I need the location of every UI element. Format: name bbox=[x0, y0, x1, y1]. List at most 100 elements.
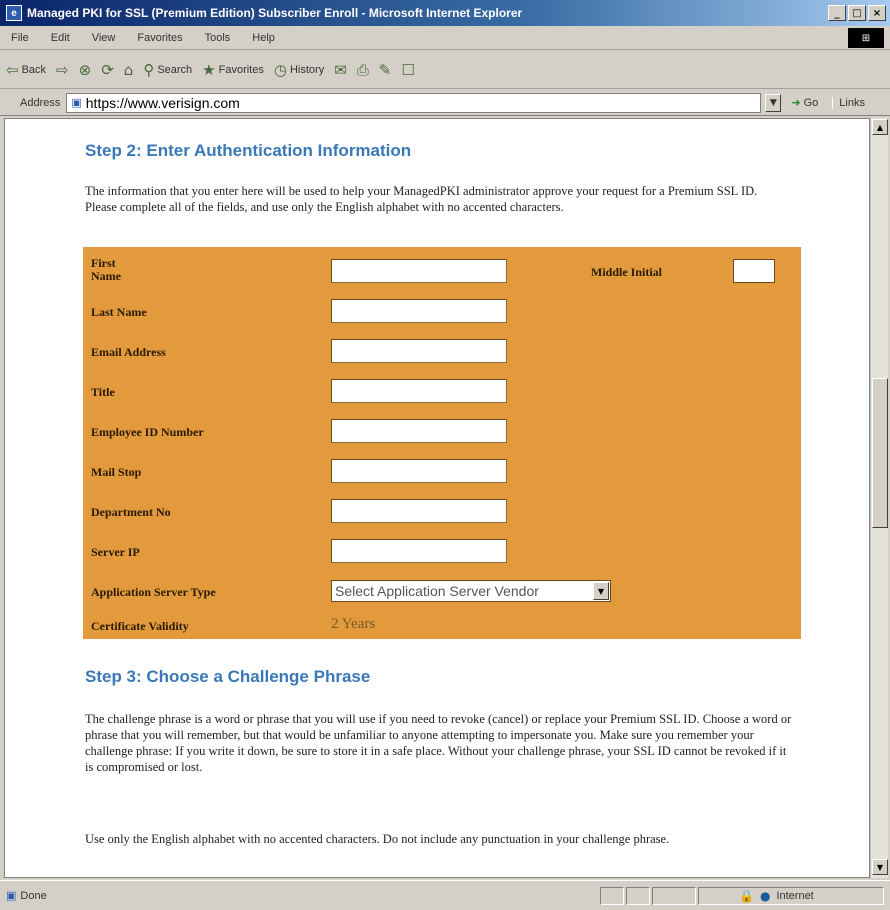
validity-label: Certificate Validity bbox=[91, 619, 189, 633]
address-bar: Address ▣ https://www.verisign.com ▼ ➜ G… bbox=[0, 90, 890, 116]
menu-favorites[interactable]: Favorites bbox=[126, 32, 193, 44]
close-button[interactable]: × bbox=[868, 5, 886, 21]
scroll-thumb[interactable] bbox=[872, 378, 888, 528]
status-bar: ▣ Done 🔒 ● Internet bbox=[0, 880, 890, 910]
form-row-server-ip: Server IP bbox=[83, 537, 801, 567]
windows-logo-icon: ⊞ bbox=[848, 28, 884, 48]
menu-file[interactable]: File bbox=[0, 32, 40, 44]
go-label: Go bbox=[803, 96, 819, 109]
favorites-icon: ★ bbox=[202, 60, 216, 79]
scroll-down-icon[interactable]: ▼ bbox=[872, 859, 888, 875]
refresh-icon[interactable]: ⟳ bbox=[101, 61, 114, 79]
step3-heading: Step 3: Choose a Challenge Phrase bbox=[85, 667, 371, 686]
favorites-label: Favorites bbox=[218, 63, 264, 76]
links-button[interactable]: Links bbox=[832, 96, 865, 109]
security-zone: 🔒 ● Internet bbox=[698, 887, 884, 905]
menu-help[interactable]: Help bbox=[241, 32, 286, 44]
server-ip-input[interactable] bbox=[331, 539, 507, 563]
mail-stop-label: Mail Stop bbox=[91, 465, 142, 479]
form-row-title: Title bbox=[83, 377, 801, 407]
home-icon[interactable]: ⌂ bbox=[124, 61, 134, 79]
back-button[interactable]: ⇦ Back bbox=[6, 61, 46, 79]
status-area: ▣ Done bbox=[0, 889, 47, 902]
vertical-scrollbar[interactable]: ▲ ▼ bbox=[870, 118, 888, 878]
scroll-up-icon[interactable]: ▲ bbox=[872, 119, 888, 135]
search-icon: ⚲ bbox=[143, 60, 155, 79]
server-type-selected: Select Application Server Vendor bbox=[335, 583, 539, 599]
employee-id-input[interactable] bbox=[331, 419, 507, 443]
menu-edit[interactable]: Edit bbox=[40, 32, 81, 44]
search-button[interactable]: ⚲ Search bbox=[143, 61, 192, 79]
status-cell bbox=[600, 887, 624, 905]
history-button[interactable]: ◷ History bbox=[274, 61, 324, 79]
history-label: History bbox=[289, 63, 325, 76]
employee-id-label: Employee ID Number bbox=[91, 425, 204, 439]
title-label: Title bbox=[91, 385, 115, 399]
discuss-icon[interactable]: ☐ bbox=[401, 61, 414, 79]
go-button[interactable]: ➜ Go bbox=[791, 96, 818, 109]
globe-icon: ● bbox=[759, 889, 771, 903]
history-icon: ◷ bbox=[273, 60, 287, 79]
form-row-first-name: First Name Middle Initial bbox=[83, 253, 801, 283]
ie-app-icon: e bbox=[6, 5, 22, 21]
favorites-button[interactable]: ★ Favorites bbox=[202, 61, 264, 79]
form-row-department: Department No bbox=[83, 497, 801, 527]
edit-icon[interactable]: ✎ bbox=[379, 61, 392, 79]
zone-label: Internet bbox=[776, 890, 814, 902]
menu-tools[interactable]: Tools bbox=[194, 32, 242, 44]
minimize-button[interactable]: _ bbox=[828, 5, 846, 21]
form-row-validity: Certificate Validity 2 Years bbox=[83, 611, 801, 641]
last-name-input[interactable] bbox=[331, 299, 507, 323]
window-title-bar: e Managed PKI for SSL (Premium Edition) … bbox=[0, 0, 890, 26]
status-text: Done bbox=[20, 889, 47, 902]
status-cell bbox=[652, 887, 696, 905]
step2-intro: The information that you enter here will… bbox=[85, 184, 758, 214]
middle-initial-label: Middle Initial bbox=[591, 265, 663, 279]
back-arrow-icon: ⇦ bbox=[6, 60, 19, 79]
form-row-email: Email Address bbox=[83, 337, 801, 367]
middle-initial-input[interactable] bbox=[733, 259, 775, 283]
status-cell bbox=[626, 887, 650, 905]
print-icon[interactable]: ⎙ bbox=[357, 61, 369, 79]
email-input[interactable] bbox=[331, 339, 507, 363]
title-input[interactable] bbox=[331, 379, 507, 403]
page-done-icon: ▣ bbox=[6, 889, 17, 902]
address-input[interactable]: ▣ https://www.verisign.com bbox=[66, 92, 762, 113]
form-row-last-name: Last Name bbox=[83, 297, 801, 327]
department-input[interactable] bbox=[331, 499, 507, 523]
authentication-form: First Name Middle Initial Last Name Emai… bbox=[83, 247, 801, 639]
form-row-mail-stop: Mail Stop bbox=[83, 457, 801, 487]
first-name-input[interactable] bbox=[331, 259, 507, 283]
first-name-label: First Name bbox=[91, 256, 121, 283]
stop-icon[interactable]: ⊗ bbox=[79, 61, 92, 79]
server-ip-label: Server IP bbox=[91, 545, 140, 559]
forward-arrow-icon[interactable]: ⇨ bbox=[56, 61, 69, 79]
last-name-label: Last Name bbox=[91, 305, 147, 319]
address-label: Address bbox=[20, 96, 61, 109]
validity-value: 2 Years bbox=[331, 616, 376, 632]
form-row-employee-id: Employee ID Number bbox=[83, 417, 801, 447]
menu-view[interactable]: View bbox=[81, 32, 127, 44]
address-dropdown-icon[interactable]: ▼ bbox=[765, 93, 782, 112]
email-label: Email Address bbox=[91, 345, 166, 359]
lock-icon: 🔒 bbox=[739, 889, 754, 903]
toolbar: ⇦ Back ⇨ ⊗ ⟳ ⌂ ⚲ Search ★ Favorites ◷ Hi… bbox=[0, 51, 890, 89]
go-arrow-icon: ➜ bbox=[791, 96, 801, 109]
department-label: Department No bbox=[91, 505, 171, 519]
maximize-button[interactable]: □ bbox=[848, 5, 866, 21]
dropdown-arrow-icon: ▼ bbox=[593, 582, 609, 600]
step3-para2: Use only the English alphabet with no ac… bbox=[85, 832, 670, 846]
search-label: Search bbox=[157, 63, 193, 76]
page-content: Step 2: Enter Authentication Information… bbox=[4, 118, 870, 878]
back-label: Back bbox=[21, 63, 47, 76]
page-icon: ▣ bbox=[71, 96, 82, 109]
form-row-server-type: Application Server Type Select Applicati… bbox=[83, 577, 801, 607]
address-url: https://www.verisign.com bbox=[85, 94, 240, 111]
mail-stop-input[interactable] bbox=[331, 459, 507, 483]
window-title: Managed PKI for SSL (Premium Edition) Su… bbox=[27, 6, 523, 20]
menu-bar: File Edit View Favorites Tools Help ⊞ bbox=[0, 26, 890, 50]
step3-para1: The challenge phrase is a word or phrase… bbox=[85, 712, 792, 774]
server-type-select[interactable]: Select Application Server Vendor ▼ bbox=[331, 580, 611, 602]
mail-icon[interactable]: ✉ bbox=[334, 61, 347, 79]
step2-heading: Step 2: Enter Authentication Information bbox=[85, 141, 412, 160]
